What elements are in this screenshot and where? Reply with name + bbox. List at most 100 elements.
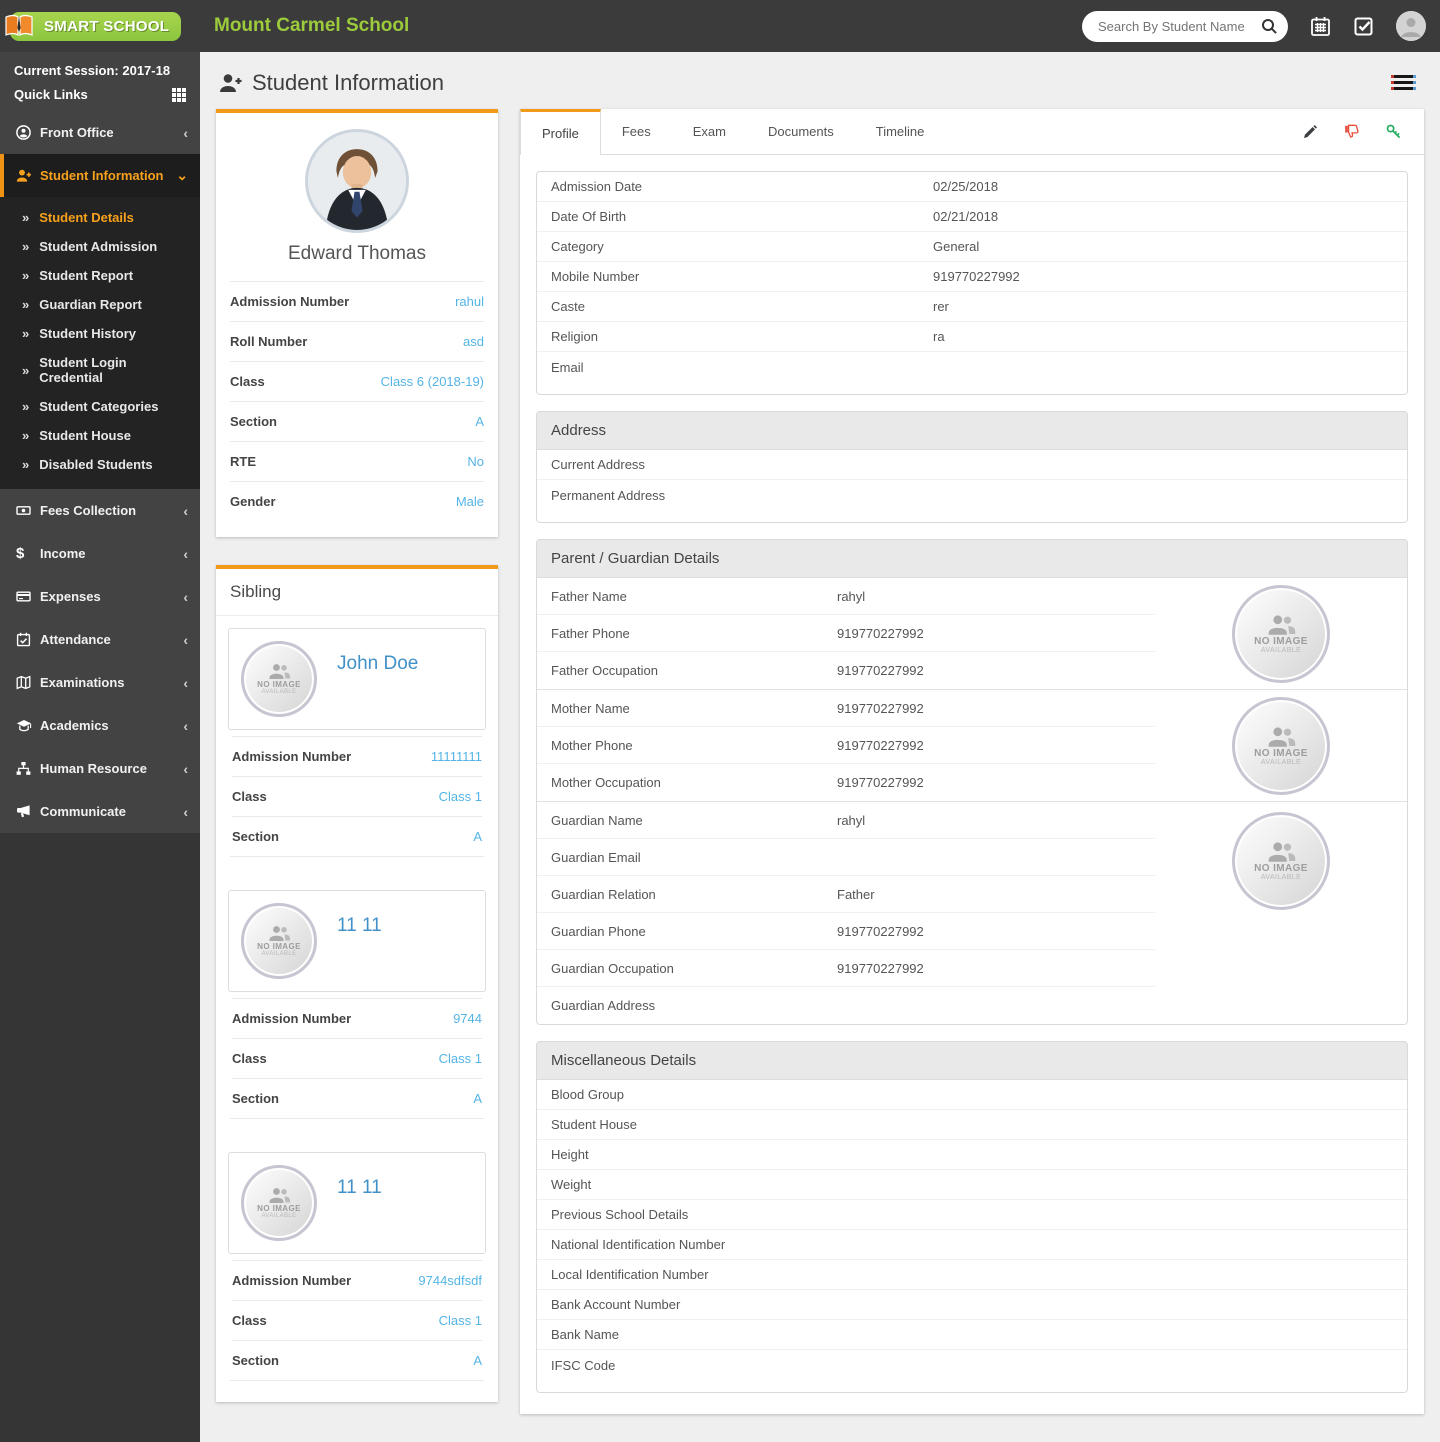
submenu-student-login-credential[interactable]: » Student Login Credential xyxy=(0,348,200,392)
student-search xyxy=(1082,10,1288,42)
submenu-student-admission[interactable]: » Student Admission xyxy=(0,232,200,261)
app-logo[interactable]: SMART SCHOOL xyxy=(5,11,182,41)
sidebar-item-examinations[interactable]: Examinations ‹ xyxy=(0,661,200,704)
detail-row: Email xyxy=(551,359,584,375)
sibling-detail-row: Class Class 1 xyxy=(232,1038,482,1078)
chevron-left-icon: ‹ xyxy=(183,588,188,605)
disable-thumbs-down-icon[interactable] xyxy=(1344,124,1360,140)
sibling-entry: NO IMAGE AVAILABLE 11 11 Admission Numbe… xyxy=(216,878,498,1140)
detail-row: Mother Phone 919770227992 xyxy=(537,727,1155,764)
double-arrow-icon: » xyxy=(22,268,30,283)
sibling-detail-row: Admission Number 11111111 xyxy=(232,736,482,776)
edit-pencil-icon[interactable] xyxy=(1302,124,1318,140)
submenu-student-house[interactable]: » Student House xyxy=(0,421,200,450)
sibling-detail-list: Admission Number 9744 Class Class 1 Sect… xyxy=(218,998,496,1118)
student-detail-row: Gender Male xyxy=(230,481,484,521)
chevron-left-icon: ‹ xyxy=(183,124,188,141)
quick-links-grid-icon[interactable] xyxy=(172,87,186,102)
student-detail-row: RTE No xyxy=(230,441,484,481)
search-input[interactable] xyxy=(1098,18,1261,34)
double-arrow-icon: » xyxy=(22,428,30,443)
sidebar-item-attendance[interactable]: Attendance ‹ xyxy=(0,618,200,661)
submenu-student-report[interactable]: » Student Report xyxy=(0,261,200,290)
sibling-detail-row: Class Class 1 xyxy=(232,1300,482,1340)
sibling-name[interactable]: 11 11 xyxy=(337,1177,382,1199)
address-section-title: Address xyxy=(537,412,1407,450)
detail-row: Current Address xyxy=(537,450,1407,480)
sidebar-item-human-resource[interactable]: Human Resource ‹ xyxy=(0,747,200,790)
sibling-detail-list: Admission Number 11111111 Class Class 1 xyxy=(218,736,496,856)
no-image-placeholder: NO IMAGE AVAILABLE xyxy=(241,903,317,979)
detail-row: Guardian Email xyxy=(537,839,1155,876)
address-box: Address Current Address Permanent Addres… xyxy=(536,411,1408,523)
detail-row: Permanent Address xyxy=(551,487,666,503)
dollar-icon: $ xyxy=(16,545,25,562)
detail-row: Guardian Address xyxy=(551,998,656,1013)
mother-no-image-placeholder: NO IMAGE AVAILABLE xyxy=(1232,696,1330,795)
sibling-name[interactable]: 11 11 xyxy=(337,915,382,937)
chevron-left-icon: ‹ xyxy=(183,631,188,648)
detail-row: Mother Occupation 919770227992 xyxy=(551,775,924,790)
detail-row: Mobile Number 919770227992 xyxy=(537,262,1407,292)
detail-row: Mother Name 919770227992 xyxy=(537,690,1155,727)
login-key-icon[interactable] xyxy=(1386,124,1402,140)
student-information-submenu: » Student Details » Student Admission » Stu… xyxy=(0,197,200,489)
sidebar-item-expenses[interactable]: Expenses ‹ xyxy=(0,575,200,618)
student-information-icon xyxy=(16,168,40,183)
megaphone-icon xyxy=(16,804,40,819)
submenu-student-history[interactable]: » Student History xyxy=(0,319,200,348)
calendar-icon[interactable] xyxy=(1310,16,1331,37)
sidebar-item-income[interactable]: $ Income ‹ xyxy=(0,532,200,575)
student-detail-row: Section A xyxy=(230,401,484,441)
sibling-list: NO IMAGE AVAILABLE John Doe Admission Nu… xyxy=(216,616,498,1402)
sibling-box[interactable]: NO IMAGE AVAILABLE 11 11 xyxy=(228,890,486,992)
double-arrow-icon: » xyxy=(22,326,30,341)
chevron-down-icon: ⌄ xyxy=(176,167,188,183)
submenu-disabled-students[interactable]: » Disabled Students xyxy=(0,450,200,479)
search-icon[interactable] xyxy=(1261,18,1278,35)
top-bar: SMART SCHOOL Mount Carmel School xyxy=(0,0,1440,52)
detail-row: Weight xyxy=(537,1170,1407,1200)
tab-exam[interactable]: Exam xyxy=(672,109,747,154)
sidebar-item-front-office[interactable]: Front Office ‹ xyxy=(0,111,200,154)
sibling-name[interactable]: John Doe xyxy=(337,653,418,675)
task-check-icon[interactable] xyxy=(1353,16,1374,37)
student-photo xyxy=(305,129,409,233)
submenu-student-categories[interactable]: » Student Categories xyxy=(0,392,200,421)
user-plus-icon xyxy=(218,72,244,94)
detail-row: Category General xyxy=(537,232,1407,262)
sibling-detail-row: Section A xyxy=(232,1340,482,1380)
student-detail-row: Class Class 6 (2018-19) xyxy=(230,361,484,401)
submenu-student-details[interactable]: » Student Details xyxy=(0,203,200,232)
detail-row: IFSC Code xyxy=(551,1357,616,1373)
sibling-box[interactable]: NO IMAGE AVAILABLE John Doe xyxy=(228,628,486,730)
graduation-cap-icon xyxy=(16,719,40,733)
tab-bar: Profile Fees Exam Documents Timeline xyxy=(520,109,1424,155)
sibling-card: Sibling NO IMAGE AVAILABLE John Doe Admi… xyxy=(216,565,498,1402)
detail-row: Local Identification Number xyxy=(537,1260,1407,1290)
double-arrow-icon: » xyxy=(22,362,30,378)
sidebar-item-academics[interactable]: Academics ‹ xyxy=(0,704,200,747)
tab-fees[interactable]: Fees xyxy=(601,109,672,154)
detail-row: Date Of Birth 02/21/2018 xyxy=(537,202,1407,232)
tab-profile[interactable]: Profile xyxy=(520,109,601,155)
detail-row: Blood Group xyxy=(537,1080,1407,1110)
sidebar-item-communicate[interactable]: Communicate ‹ xyxy=(0,790,200,833)
divider xyxy=(230,1118,484,1140)
sidebar-item-fees-collection[interactable]: Fees Collection ‹ xyxy=(0,489,200,532)
quick-links-label: Quick Links xyxy=(14,87,88,102)
guardian-no-image-placeholder: NO IMAGE AVAILABLE xyxy=(1232,812,1330,910)
tab-documents[interactable]: Documents xyxy=(747,109,855,154)
guardian-group: Guardian Name rahyl Guardian Email Guard… xyxy=(537,802,1407,1024)
sidebar-item-student-information[interactable]: Student Information ⌄ xyxy=(0,154,200,197)
sibling-detail-row: Admission Number 9744 xyxy=(232,998,482,1038)
tab-timeline[interactable]: Timeline xyxy=(855,109,946,154)
panel-menu-icon[interactable] xyxy=(1385,68,1422,97)
detail-row: Bank Account Number xyxy=(537,1290,1407,1320)
chevron-left-icon: ‹ xyxy=(183,717,188,734)
submenu-guardian-report[interactable]: » Guardian Report xyxy=(0,290,200,319)
sibling-box[interactable]: NO IMAGE AVAILABLE 11 11 xyxy=(228,1152,486,1254)
detail-row: Guardian Relation Father xyxy=(537,876,1155,913)
divider xyxy=(230,856,484,878)
user-avatar[interactable] xyxy=(1396,11,1426,41)
